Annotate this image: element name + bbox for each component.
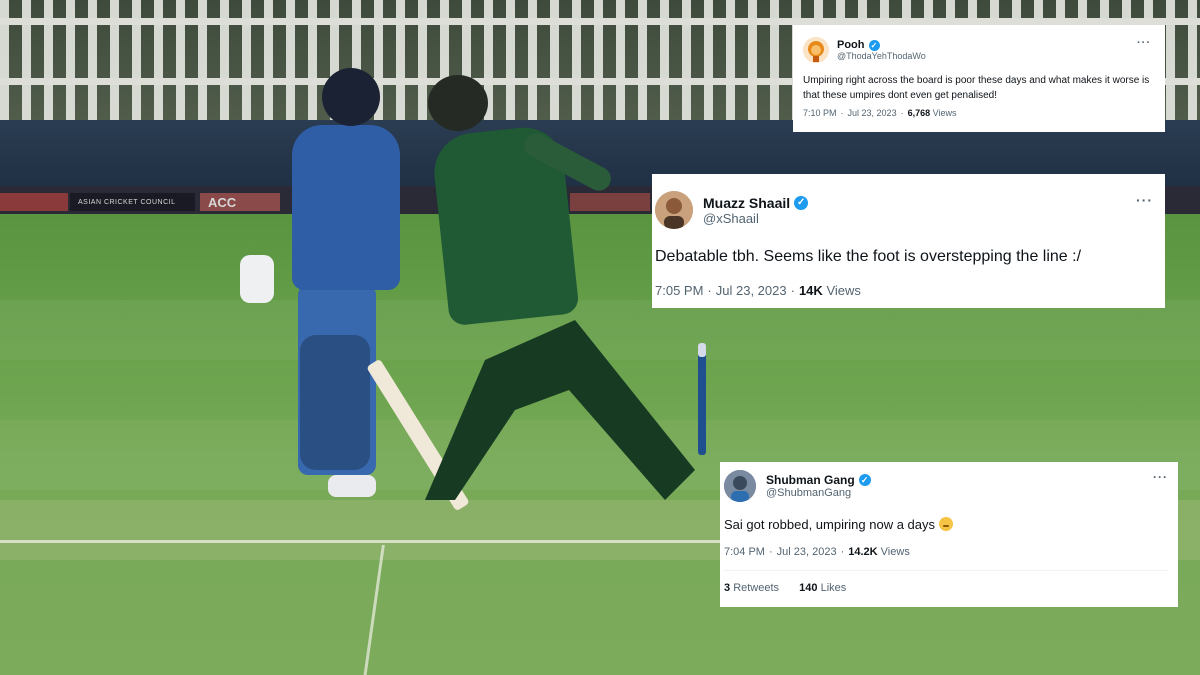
views-label: Views <box>826 283 861 298</box>
display-name[interactable]: Pooh <box>837 39 865 51</box>
bowler-head <box>428 75 488 131</box>
tweet-text: Sai got robbed, umpiring now a days <box>724 517 936 532</box>
verified-badge-icon: ✓ <box>858 474 871 486</box>
separator: · <box>768 546 773 558</box>
user-photo-avatar[interactable] <box>655 191 693 229</box>
tweet-card[interactable]: Shubman Gang ✓ @ShubmanGang ··· Sai got … <box>720 462 1178 607</box>
user-info: Pooh ✓ @ThodaYehThodaWo <box>837 39 926 61</box>
tweet-date[interactable]: Jul 23, 2023 <box>716 283 787 298</box>
views-label: Views <box>880 546 910 558</box>
disappointed-face-emoji-icon <box>939 517 954 531</box>
views-count: 14.2K <box>848 546 878 558</box>
tweet-meta: 7:05 PM · Jul 23, 2023 · 14K Views <box>655 283 1155 298</box>
tweet-meta: 7:04 PM · Jul 23, 2023 · 14.2K Views <box>724 546 1168 558</box>
display-name[interactable]: Shubman Gang <box>766 473 855 487</box>
views-label: Views <box>932 108 957 118</box>
tweet-header: Shubman Gang ✓ @ShubmanGang <box>724 470 1168 502</box>
user-handle[interactable]: @ThodaYehThodaWo <box>837 51 926 61</box>
tweet-time[interactable]: 7:05 PM <box>655 283 703 298</box>
more-options-icon[interactable]: ··· <box>1137 37 1151 49</box>
separator: · <box>840 546 845 558</box>
lion-cartoon-avatar[interactable] <box>803 37 829 63</box>
tweet-meta: 7:10 PM · Jul 23, 2023 · 6,768 Views <box>803 108 1155 118</box>
user-info: Shubman Gang ✓ @ShubmanGang <box>766 473 871 499</box>
user-photo-avatar[interactable] <box>724 470 756 502</box>
retweets-count[interactable]: 3 <box>724 582 730 594</box>
tweet-header: Muazz Shaail ✓ @xShaail <box>655 191 1155 229</box>
tweet-time[interactable]: 7:04 PM <box>724 546 765 558</box>
ad-board <box>570 193 650 211</box>
more-options-icon[interactable]: ··· <box>1153 470 1168 484</box>
separator: · <box>707 283 712 298</box>
verified-badge-icon: ✓ <box>794 195 809 210</box>
more-options-icon[interactable]: ··· <box>1136 192 1153 208</box>
divider <box>724 570 1168 571</box>
engagement-stats: 3 Retweets 140 Likes <box>724 582 1168 594</box>
tweet-card[interactable]: Pooh ✓ @ThodaYehThodaWo ··· Umpiring rig… <box>793 25 1165 132</box>
user-handle[interactable]: @ShubmanGang <box>766 487 871 499</box>
separator: · <box>900 108 904 118</box>
tweet-text: Umpiring right across the board is poor … <box>803 75 1150 101</box>
bowling-crease <box>0 540 720 543</box>
tweet-text: Debatable tbh. Seems like the foot is ov… <box>655 248 1082 265</box>
tweet-text-container: Sai got robbed, umpiring now a days <box>724 516 1168 534</box>
ad-board: ACC <box>200 193 280 211</box>
separator: · <box>790 283 795 298</box>
display-name[interactable]: Muazz Shaail <box>703 195 790 211</box>
likes-count[interactable]: 140 <box>799 582 817 594</box>
tweet-time[interactable]: 7:10 PM <box>803 108 837 118</box>
batter-glove <box>240 255 274 303</box>
grass-stripe <box>0 300 1200 360</box>
tweet-date[interactable]: Jul 23, 2023 <box>777 546 837 558</box>
retweets-label[interactable]: Retweets <box>733 582 779 594</box>
views-count: 14K <box>798 283 823 298</box>
likes-label[interactable]: Likes <box>821 582 847 594</box>
tweet-card[interactable]: Muazz Shaail ✓ @xShaail ··· Debatable tb… <box>652 174 1165 308</box>
stump <box>698 345 706 455</box>
tweet-header: Pooh ✓ @ThodaYehThodaWo <box>803 37 1155 63</box>
views-count: 6,768 <box>907 108 931 118</box>
batter-shoe <box>328 475 376 497</box>
batter-helmet <box>322 68 380 126</box>
ad-board <box>0 193 68 211</box>
user-handle[interactable]: @xShaail <box>703 211 808 226</box>
tweet-date[interactable]: Jul 23, 2023 <box>848 108 897 118</box>
separator: · <box>840 108 844 118</box>
ad-board: ASIAN CRICKET COUNCIL <box>70 193 195 211</box>
batter-pads <box>300 335 370 470</box>
batter-body <box>292 125 400 290</box>
user-info: Muazz Shaail ✓ @xShaail <box>703 195 809 226</box>
fence-rail <box>0 18 1200 25</box>
verified-badge-icon: ✓ <box>868 39 880 51</box>
stump-bail <box>698 343 706 357</box>
